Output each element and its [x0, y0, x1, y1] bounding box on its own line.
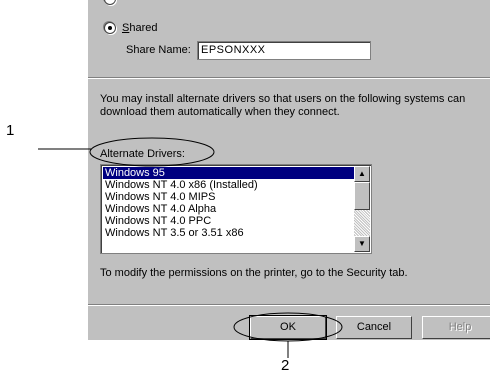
- permissions-text: To modify the permissions on the printer…: [100, 267, 408, 279]
- share-name-input[interactable]: EPSONXXX: [197, 41, 371, 60]
- clipped-top-row: [88, 0, 490, 6]
- share-name-label: Share Name:: [126, 44, 191, 56]
- list-item[interactable]: Windows 95: [103, 167, 355, 179]
- arrow-up-icon: ▲: [358, 169, 366, 178]
- help-button[interactable]: Help: [422, 316, 490, 339]
- alternate-drivers-label: Alternate Drivers:: [100, 148, 185, 160]
- sharing-dialog: Shared Share Name: EPSONXXX You may inst…: [88, 0, 490, 340]
- list-item[interactable]: Windows NT 4.0 PPC: [103, 215, 355, 227]
- callout-number-2: 2: [281, 357, 290, 374]
- callout-number-1: 1: [6, 122, 15, 139]
- arrow-down-icon: ▼: [358, 239, 366, 248]
- radio-selected-dot: [108, 26, 112, 30]
- radio-shared[interactable]: [104, 22, 116, 34]
- list-item[interactable]: Windows NT 4.0 x86 (Installed): [103, 179, 355, 191]
- radio-not-shared[interactable]: [104, 0, 116, 5]
- driver-list: Windows 95 Windows NT 4.0 x86 (Installed…: [103, 167, 355, 239]
- list-item[interactable]: Windows NT 4.0 MIPS: [103, 191, 355, 203]
- alternate-drivers-listbox[interactable]: Windows 95 Windows NT 4.0 x86 (Installed…: [100, 164, 372, 254]
- divider-highlight: [88, 78, 490, 79]
- bottom-divider-highlight: [88, 305, 490, 306]
- shared-option[interactable]: Shared: [104, 20, 157, 36]
- cancel-button[interactable]: Cancel: [336, 316, 412, 339]
- list-item[interactable]: Windows NT 3.5 or 3.51 x86: [103, 227, 355, 239]
- vertical-scrollbar[interactable]: ▲ ▼: [354, 166, 370, 252]
- shared-label: Shared: [122, 22, 157, 34]
- alternate-drivers-description: You may install alternate drivers so tha…: [100, 93, 466, 118]
- ok-button[interactable]: OK: [249, 315, 327, 340]
- list-item[interactable]: Windows NT 4.0 Alpha: [103, 203, 355, 215]
- scroll-down-button[interactable]: ▼: [354, 236, 370, 252]
- scroll-thumb[interactable]: [354, 182, 370, 210]
- scroll-up-button[interactable]: ▲: [354, 166, 370, 182]
- shared-label-rest: hared: [129, 22, 158, 34]
